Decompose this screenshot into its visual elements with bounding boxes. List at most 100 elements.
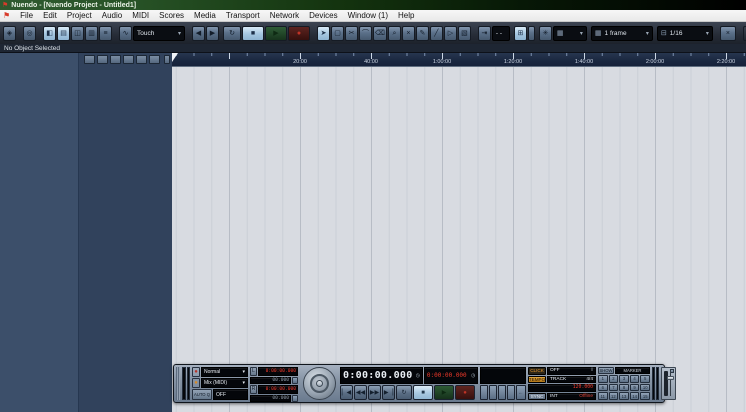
punch-in-button[interactable] — [292, 377, 298, 384]
menu-midi[interactable]: MIDI — [132, 11, 149, 20]
snap-sub-button[interactable] — [528, 26, 535, 41]
menu-project[interactable]: Project — [67, 11, 92, 20]
goto-start-button[interactable]: ▏◀ — [340, 385, 353, 400]
marker-button-3[interactable]: 3 — [619, 375, 629, 383]
automation-mode-dropdown[interactable]: Touch ▾ — [133, 26, 185, 41]
track-list-area[interactable] — [0, 53, 172, 412]
menu-media[interactable]: Media — [194, 11, 216, 20]
record-button[interactable]: ● — [288, 26, 310, 41]
tool-mute[interactable]: × — [402, 26, 415, 41]
transport-grip[interactable] — [176, 367, 180, 400]
marker-button-13[interactable]: 13 — [619, 392, 629, 400]
stop-transport-button[interactable]: ■ — [413, 385, 433, 400]
record-transport-button[interactable]: ● — [455, 385, 475, 400]
time-signature-value[interactable]: 4/4 — [586, 377, 593, 382]
project-start-marker[interactable] — [172, 53, 178, 62]
record-mode-dropdown[interactable]: Normal ▾ — [201, 367, 248, 377]
marker-button-7[interactable]: 7 — [609, 384, 619, 392]
nudge-display[interactable]: - - — [492, 26, 510, 41]
quantize-dropdown[interactable]: ⊟ 1/16 ▾ — [657, 26, 713, 41]
snap-type-button[interactable]: ✳ — [539, 26, 552, 41]
tool-draw[interactable]: ✎ — [416, 26, 429, 41]
rewind-button[interactable]: ◀◀ — [354, 385, 367, 400]
menu-file[interactable]: File — [20, 11, 33, 20]
tool-range-selection[interactable]: ▢ — [331, 26, 344, 41]
clock-icon[interactable]: ◷ — [416, 372, 420, 379]
track-control-button[interactable] — [110, 55, 121, 64]
marker-button-4[interactable]: 4 — [630, 375, 640, 383]
auto-quantize-button[interactable]: AUTO Q — [192, 389, 212, 400]
marker-button-1[interactable]: 1 — [598, 375, 608, 383]
tool-glue[interactable]: ⌒ — [359, 26, 372, 41]
marker-button-9[interactable]: 9 — [630, 384, 640, 392]
menu-audio[interactable]: Audio — [102, 11, 122, 20]
level-fader-knob[interactable] — [667, 376, 674, 380]
tool-play[interactable]: ▷ — [444, 26, 457, 41]
toggle-overview-button[interactable]: ◫ — [71, 26, 84, 41]
sync-button[interactable]: SYNC — [528, 393, 546, 401]
marker-button-6[interactable]: 6 — [598, 384, 608, 392]
marker-button-2[interactable]: 2 — [609, 375, 619, 383]
marker-button-10[interactable]: 10 — [640, 384, 650, 392]
secondary-time-display[interactable]: 0:00:00.000 ◷ — [424, 367, 478, 384]
left-locator-button[interactable]: L — [250, 367, 257, 376]
marker-button-8[interactable]: 8 — [619, 384, 629, 392]
menu-help[interactable]: Help — [398, 11, 414, 20]
menu-edit[interactable]: Edit — [43, 11, 57, 20]
grid-type-dropdown[interactable]: ▦ 1 frame ▾ — [591, 26, 653, 41]
tool-object-selection[interactable]: ➤ — [317, 26, 330, 41]
show-markers-button[interactable]: SHOW — [598, 367, 614, 374]
tempo-bpm-display[interactable]: 120.000 — [528, 384, 596, 392]
menu-devices[interactable]: Devices — [309, 11, 337, 20]
tool-zoom[interactable]: ⌕ — [388, 26, 401, 41]
inspector-column[interactable] — [0, 53, 79, 412]
track-control-button[interactable] — [149, 55, 160, 64]
tool-erase[interactable]: ⌫ — [373, 26, 387, 41]
play-button[interactable]: ▶ — [265, 26, 287, 41]
timeline-ruler[interactable]: 20:00 40:00 1:00:00 1:20:00 1:40:00 2:00… — [172, 53, 746, 67]
goto-end-button[interactable]: ▶▕ — [382, 385, 395, 400]
cycle-transport-button[interactable]: ↻ — [396, 385, 412, 400]
jog-knob[interactable] — [316, 380, 323, 387]
tool-split[interactable]: ✂ — [345, 26, 358, 41]
marker-button-11[interactable]: 11 — [598, 392, 608, 400]
toggle-ruler-button[interactable]: ▥ — [85, 26, 98, 41]
goto-prev-marker-button[interactable]: ◀ — [192, 26, 205, 41]
menu-transport[interactable]: Transport — [226, 11, 260, 20]
track-control-button[interactable] — [136, 55, 147, 64]
track-control-button[interactable] — [84, 55, 95, 64]
event-display[interactable] — [172, 67, 746, 412]
marker-nav-button-3[interactable] — [498, 385, 506, 400]
marker-button-12[interactable]: 12 — [609, 392, 619, 400]
cycle-button[interactable]: ↻ — [223, 26, 241, 41]
marker-nav-button-2[interactable] — [489, 385, 497, 400]
click-button[interactable]: CLICK — [528, 367, 546, 375]
play-transport-button[interactable]: ▶ — [434, 385, 454, 400]
forward-button[interactable]: ▶▶ — [368, 385, 381, 400]
project-setup-button[interactable]: ◎ — [23, 26, 36, 41]
postroll-display[interactable]: 00.000 — [250, 395, 291, 402]
clock-icon[interactable]: ◷ — [471, 372, 475, 379]
crossed-tools-button[interactable]: × — [720, 26, 736, 41]
punch-out-button[interactable] — [292, 395, 298, 402]
toggle-lanes-button[interactable]: ≡ — [99, 26, 112, 41]
transport-panel[interactable]: ● Normal ▾ ● Mix (MIDI) ▾ AUTO Q OFF — [173, 364, 665, 403]
marker-button-15[interactable]: 15 — [640, 392, 650, 400]
tempo-button[interactable]: TEMPO — [528, 376, 546, 384]
autoscroll-button[interactable]: ⇥ — [478, 26, 491, 41]
automation-panel-button[interactable]: ∿ — [119, 26, 132, 41]
cycle-mode-dropdown[interactable]: Mix (MIDI) ▾ — [201, 378, 248, 388]
activate-project-button[interactable]: ◈ — [3, 26, 16, 41]
track-control-button[interactable] — [164, 55, 170, 64]
marker-nav-button-1[interactable] — [480, 385, 488, 400]
right-locator-display[interactable]: 0:00:00.000 — [258, 385, 298, 394]
tool-color[interactable]: ▧ — [458, 26, 471, 41]
track-control-button[interactable] — [97, 55, 108, 64]
menu-network[interactable]: Network — [270, 11, 299, 20]
marker-recall-button[interactable]: ← — [516, 385, 526, 400]
title-bar[interactable]: ⚑ Nuendo - [Nuendo Project - Untitled1] — [0, 0, 746, 10]
left-locator-display[interactable]: 0:00:00.000 — [258, 367, 298, 376]
right-locator-button[interactable]: R — [250, 385, 257, 394]
tool-line[interactable]: ╱ — [430, 26, 443, 41]
snap-button[interactable]: ⊞ — [514, 26, 527, 41]
